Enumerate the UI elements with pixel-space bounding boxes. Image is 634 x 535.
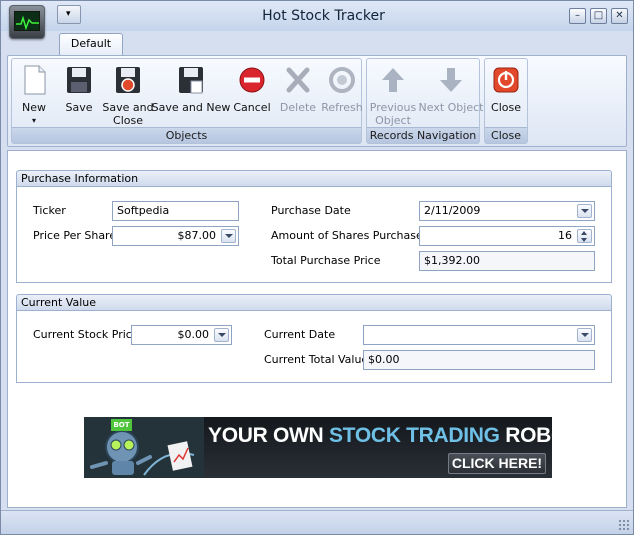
close-button[interactable]: Close: [487, 61, 525, 127]
close-power-icon: [493, 67, 519, 93]
title-bar: ▾ Hot Stock Tracker – □ ✕: [1, 1, 633, 39]
banner-click-here-button[interactable]: CLICK HERE!: [448, 453, 546, 474]
purchase-information-section: Ticker Softpedia Price Per Share $87.00 …: [16, 187, 612, 283]
refresh-button[interactable]: Refresh: [321, 61, 363, 127]
chevron-down-icon[interactable]: [577, 328, 592, 342]
close-window-button[interactable]: ✕: [611, 8, 628, 24]
save-and-new-button[interactable]: Save and New: [152, 61, 230, 127]
ad-banner[interactable]: BOT YOUR OWN STOCK TRADING ROBOT! CLICK …: [84, 417, 552, 478]
purchase-date-label: Purchase Date: [271, 204, 351, 217]
chevron-down-icon: ▾: [31, 116, 36, 125]
current-date-label: Current Date: [264, 328, 336, 341]
stock-line-icon: [16, 15, 39, 31]
arrow-down-icon: [440, 68, 462, 92]
amount-of-shares-label: Amount of Shares Purchased: [271, 229, 430, 242]
ticker-label: Ticker: [33, 204, 66, 217]
minimize-button[interactable]: –: [569, 8, 586, 24]
arrow-up-icon: [382, 68, 404, 92]
next-object-button[interactable]: Next Object: [419, 61, 483, 127]
save-button[interactable]: Save: [59, 61, 99, 127]
chevron-down-icon[interactable]: [214, 328, 229, 342]
save-and-close-button[interactable]: Save and Close: [102, 61, 154, 127]
group-label-objects: Objects: [12, 127, 361, 143]
total-purchase-price-label: Total Purchase Price: [271, 254, 381, 267]
refresh-icon: [329, 67, 355, 93]
app-window: ▾ Hot Stock Tracker – □ ✕ Default New ▾: [0, 0, 634, 535]
resize-grip-icon[interactable]: [618, 519, 630, 531]
spinner-icon[interactable]: [577, 229, 592, 243]
cancel-icon: [239, 67, 265, 93]
ribbon: New ▾ Save Save and Close Save and New C…: [7, 55, 627, 147]
ribbon-group-records-navigation: Previous Object Next Object Records Navi…: [366, 58, 483, 144]
price-per-share-input[interactable]: $87.00: [112, 226, 239, 246]
amount-of-shares-stepper[interactable]: 16: [419, 226, 595, 246]
maximize-button[interactable]: □: [590, 8, 607, 24]
group-label-records-navigation: Records Navigation: [367, 127, 479, 143]
current-stock-price-label: Current Stock Price: [33, 328, 139, 341]
ribbon-group-close: Close Close: [484, 58, 528, 144]
robot-icon: [84, 417, 204, 478]
group-label-close: Close: [485, 127, 527, 143]
bot-badge: BOT: [111, 419, 132, 431]
delete-x-icon: [286, 67, 310, 93]
app-monitor-icon[interactable]: [9, 5, 45, 39]
save-close-icon: [116, 67, 140, 93]
price-per-share-label: Price Per Share: [33, 229, 117, 242]
current-value-header: Current Value: [16, 294, 612, 311]
purchase-information-header: Purchase Information: [16, 170, 612, 187]
floppy-disk-icon: [67, 67, 91, 93]
current-value-section: Current Stock Price $0.00 Current Date C…: [16, 311, 612, 383]
delete-button[interactable]: Delete: [278, 61, 318, 127]
current-total-value-value: $0.00: [363, 350, 595, 370]
new-button[interactable]: New ▾: [14, 61, 54, 127]
cancel-button[interactable]: Cancel: [230, 61, 274, 127]
save-new-icon: [179, 67, 203, 94]
chevron-down-icon[interactable]: [221, 229, 236, 243]
ticker-input[interactable]: Softpedia: [112, 201, 239, 221]
total-purchase-price-value: $1,392.00: [419, 251, 595, 271]
chevron-down-icon[interactable]: [577, 204, 592, 218]
current-date-picker[interactable]: [363, 325, 595, 345]
new-document-icon: [24, 65, 46, 95]
banner-headline: YOUR OWN STOCK TRADING ROBOT!: [208, 424, 552, 447]
ribbon-tab-row: Default: [1, 31, 633, 56]
window-title: Hot Stock Tracker: [262, 8, 385, 24]
tab-default[interactable]: Default: [59, 33, 123, 56]
previous-object-button[interactable]: Previous Object: [369, 61, 417, 127]
ribbon-group-objects: New ▾ Save Save and Close Save and New C…: [11, 58, 363, 144]
purchase-date-picker[interactable]: 2/11/2009: [419, 201, 595, 221]
current-stock-price-input[interactable]: $0.00: [131, 325, 232, 345]
form-content: Purchase Information Ticker Softpedia Pr…: [7, 150, 627, 508]
current-total-value-label: Current Total Value: [264, 353, 369, 366]
status-bar: [1, 510, 633, 534]
